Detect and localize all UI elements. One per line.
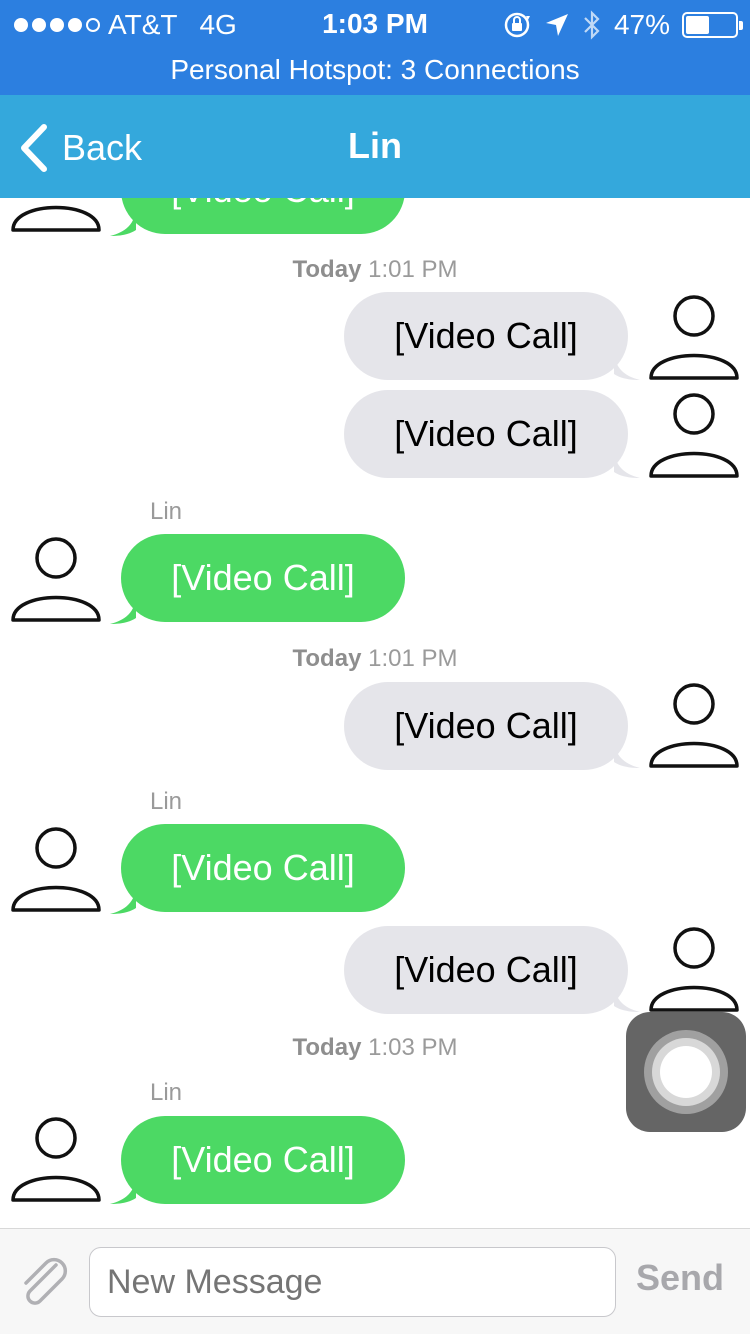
person-outline-icon (11, 1117, 101, 1202)
timestamp-day: Today (292, 1034, 362, 1061)
assistive-touch-button[interactable] (626, 1012, 746, 1132)
timestamp: Today 1:01 PM (0, 645, 750, 673)
person-outline-icon (649, 927, 739, 1012)
message-bubble[interactable]: [Video Call] (344, 292, 628, 380)
message-bubble[interactable]: [Video Call] (121, 198, 405, 234)
message-bubble[interactable]: [Video Call] (344, 682, 628, 770)
message-incoming: [Video Call] (0, 198, 750, 236)
message-bubble[interactable]: [Video Call] (121, 824, 405, 912)
sender-name: Lin (150, 788, 183, 815)
paperclip-icon[interactable] (16, 1257, 72, 1307)
location-arrow-icon (545, 14, 568, 36)
sender-name: Lin (150, 1079, 183, 1106)
message-outgoing: [Video Call] (0, 290, 750, 382)
conversation-title: Lin (348, 125, 402, 166)
person-outline-icon (649, 393, 739, 478)
message-incoming: [Video Call] (0, 532, 750, 624)
status-bar: AT&T 4G 1:03 PM 47% (0, 0, 750, 50)
battery-icon (682, 12, 743, 38)
message-incoming: [Video Call] (0, 822, 750, 914)
message-outgoing: [Video Call] (0, 388, 750, 480)
timestamp-time: 1:01 PM (368, 256, 458, 283)
hotspot-banner[interactable]: Personal Hotspot: 3 Connections (0, 50, 750, 95)
timestamp-time: 1:01 PM (368, 645, 458, 672)
timestamp-time: 1:03 PM (368, 1034, 458, 1061)
message-input[interactable] (89, 1247, 616, 1317)
message-bubble[interactable]: [Video Call] (121, 534, 405, 622)
battery-fill (686, 16, 709, 34)
message-outgoing: [Video Call] (0, 678, 750, 770)
message-bubble[interactable]: [Video Call] (121, 1116, 405, 1204)
assistive-touch-center (660, 1046, 712, 1098)
message-outgoing: [Video Call] (0, 922, 750, 1014)
status-right: 47% (502, 8, 743, 42)
person-outline-icon (11, 537, 101, 622)
timestamp-day: Today (292, 645, 362, 672)
navigation-bar: Back Lin (0, 95, 750, 198)
bluetooth-icon (584, 10, 600, 40)
person-outline-icon (649, 295, 739, 380)
message-composer: Send (0, 1228, 750, 1334)
rotation-lock-icon (504, 12, 530, 38)
person-outline-icon (649, 683, 739, 768)
message-bubble[interactable]: [Video Call] (344, 390, 628, 478)
message-bubble[interactable]: [Video Call] (344, 926, 628, 1014)
send-button[interactable]: Send (636, 1257, 724, 1299)
chat-screen: AT&T 4G 1:03 PM 47% Personal Hotspot: 3 … (0, 0, 750, 1334)
sender-name: Lin (150, 498, 183, 525)
battery-percent: 47% (613, 9, 670, 40)
person-outline-icon (11, 827, 101, 912)
timestamp: Today 1:01 PM (0, 256, 750, 284)
person-outline-icon (11, 205, 101, 232)
timestamp-day: Today (292, 256, 362, 283)
